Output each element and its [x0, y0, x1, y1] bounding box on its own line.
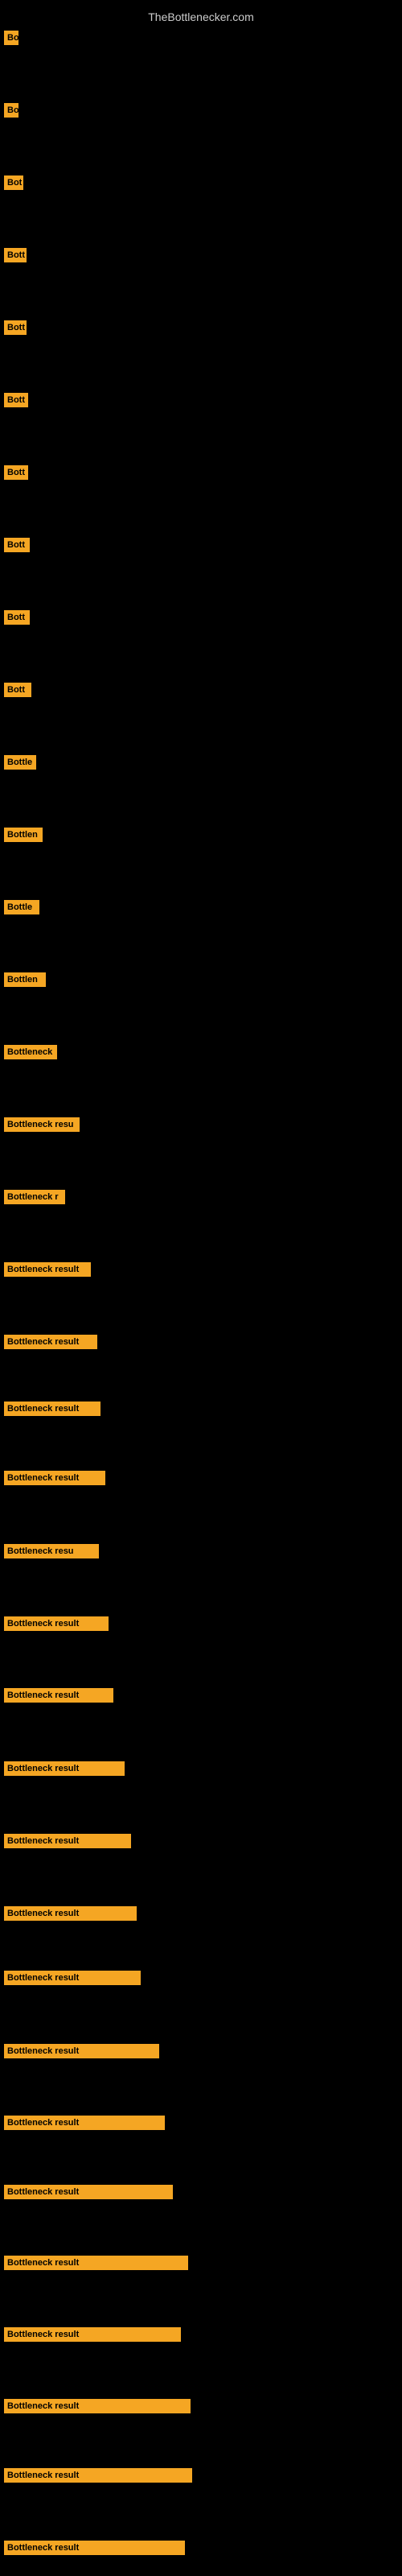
list-item: Bottleneck — [0, 1038, 402, 1066]
bottleneck-result-label: Bottlen — [4, 972, 46, 987]
bottleneck-result-label: Bottleneck result — [4, 1262, 91, 1277]
list-item: Bott — [0, 676, 402, 704]
bottleneck-result-label: Bottleneck result — [4, 2541, 185, 2555]
bottleneck-result-label: Bottleneck resu — [4, 1117, 80, 1132]
list-item: Bottleneck result — [0, 2534, 402, 2562]
list-item: Bott — [0, 459, 402, 486]
bottleneck-result-label: Bott — [4, 683, 31, 697]
list-item: Bottlen — [0, 821, 402, 848]
list-item: Bott — [0, 386, 402, 414]
list-item: Bottle — [0, 894, 402, 921]
bottleneck-result-label: Bottleneck result — [4, 2185, 173, 2199]
bottleneck-result-label: Bott — [4, 465, 28, 480]
list-item: Bottleneck result — [0, 2037, 402, 2065]
list-item: Bottleneck result — [0, 1395, 402, 1422]
list-item: Bott — [0, 531, 402, 559]
list-item: Bottleneck resu — [0, 1538, 402, 1565]
bottleneck-result-label: Bo — [4, 103, 18, 118]
list-item: Bottleneck result — [0, 1328, 402, 1356]
bottleneck-result-label: Bottleneck result — [4, 1761, 125, 1776]
bottleneck-result-label: Bottleneck result — [4, 1688, 113, 1703]
list-item: Bottleneck result — [0, 1464, 402, 1492]
list-item: Bottleneck result — [0, 2321, 402, 2348]
bottleneck-result-label: Bottle — [4, 755, 36, 770]
bottleneck-result-label: Bottleneck result — [4, 1616, 109, 1631]
list-item: Bottleneck result — [0, 1682, 402, 1709]
bottleneck-result-label: Bott — [4, 320, 27, 335]
list-item: Bottleneck result — [0, 1964, 402, 1992]
list-item: Bott — [0, 314, 402, 341]
list-item: Bot — [0, 169, 402, 196]
bottleneck-result-label: Bottleneck — [4, 1045, 57, 1059]
bottleneck-result-label: Bottleneck result — [4, 1402, 100, 1416]
bottleneck-result-label: Bottle — [4, 900, 39, 914]
bottleneck-result-label: Bottleneck result — [4, 2116, 165, 2130]
bottleneck-result-label: Bot — [4, 175, 23, 190]
bottleneck-result-label: Bottleneck result — [4, 2399, 191, 2413]
bottleneck-result-label: Bottleneck result — [4, 2256, 188, 2270]
list-item: Bottleneck result — [0, 2392, 402, 2420]
list-item: Bottleneck r — [0, 1183, 402, 1211]
list-item: Bottle — [0, 749, 402, 776]
bottleneck-result-label: Bottleneck r — [4, 1190, 65, 1204]
list-item: Bottleneck result — [0, 1256, 402, 1283]
bottleneck-result-label: Bottleneck result — [4, 2468, 192, 2483]
list-item: Bottleneck result — [0, 1827, 402, 1855]
bottleneck-result-label: Bottleneck result — [4, 2327, 181, 2342]
list-item: Bott — [0, 604, 402, 631]
bottleneck-result-label: Bottleneck result — [4, 2044, 159, 2058]
bottleneck-result-label: Bottleneck result — [4, 1471, 105, 1485]
bottleneck-result-label: Bo — [4, 31, 18, 45]
bottleneck-result-label: Bottleneck result — [4, 1335, 97, 1349]
list-item: Bottlen — [0, 966, 402, 993]
bottleneck-result-label: Bottlen — [4, 828, 43, 842]
list-item: Bottleneck result — [0, 1900, 402, 1927]
list-item: Bottleneck resu — [0, 1111, 402, 1138]
bottleneck-result-label: Bott — [4, 393, 28, 407]
list-item: Bottleneck result — [0, 2249, 402, 2277]
list-item: Bo — [0, 97, 402, 124]
bottleneck-result-label: Bottleneck result — [4, 1971, 141, 1985]
list-item: Bottleneck result — [0, 1610, 402, 1637]
list-item: Bo — [0, 24, 402, 52]
list-item: Bottleneck result — [0, 2462, 402, 2489]
bottleneck-result-label: Bott — [4, 610, 30, 625]
bottleneck-result-label: Bottleneck resu — [4, 1544, 99, 1558]
list-item: Bottleneck result — [0, 1755, 402, 1782]
list-item: Bottleneck result — [0, 2109, 402, 2136]
list-item: Bottleneck result — [0, 2178, 402, 2206]
list-item: Bott — [0, 242, 402, 269]
bottleneck-result-label: Bott — [4, 538, 30, 552]
bottleneck-result-label: Bott — [4, 248, 27, 262]
bottleneck-result-label: Bottleneck result — [4, 1906, 137, 1921]
bottleneck-result-label: Bottleneck result — [4, 1834, 131, 1848]
